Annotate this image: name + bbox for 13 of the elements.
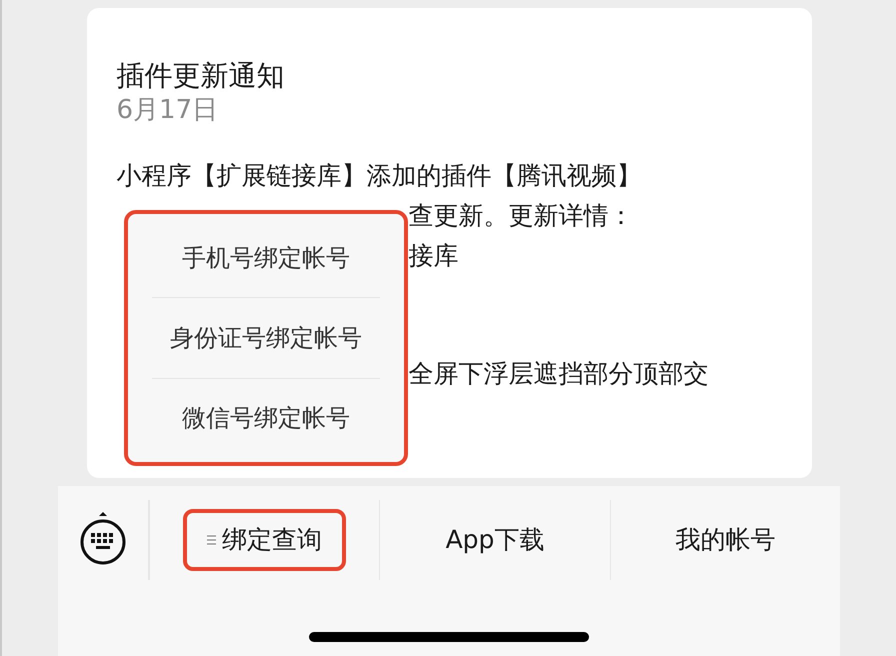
menu-button[interactable]: 我的帐号 [651, 509, 800, 571]
menu-item[interactable]: 身份证号绑定帐号 [152, 298, 380, 378]
menu-item[interactable]: 微信号绑定帐号 [152, 378, 380, 458]
menu-button[interactable]: 绑定查询 [183, 509, 346, 571]
message-text: 接库 [408, 240, 458, 272]
menu-icon [207, 534, 216, 546]
message-text: 查更新。更新详情： [408, 200, 634, 232]
menu-button[interactable]: App下载 [422, 509, 568, 571]
message-title: 插件更新通知 [116, 58, 286, 94]
message-text: 全屏下浮层遮挡部分顶部交 [408, 358, 708, 390]
message-text: 小程序【扩展链接库】添加的插件【腾讯视频】 [116, 160, 642, 192]
menu-item[interactable]: 手机号绑定帐号 [152, 218, 380, 298]
message-date: 6月17日 [116, 94, 220, 126]
